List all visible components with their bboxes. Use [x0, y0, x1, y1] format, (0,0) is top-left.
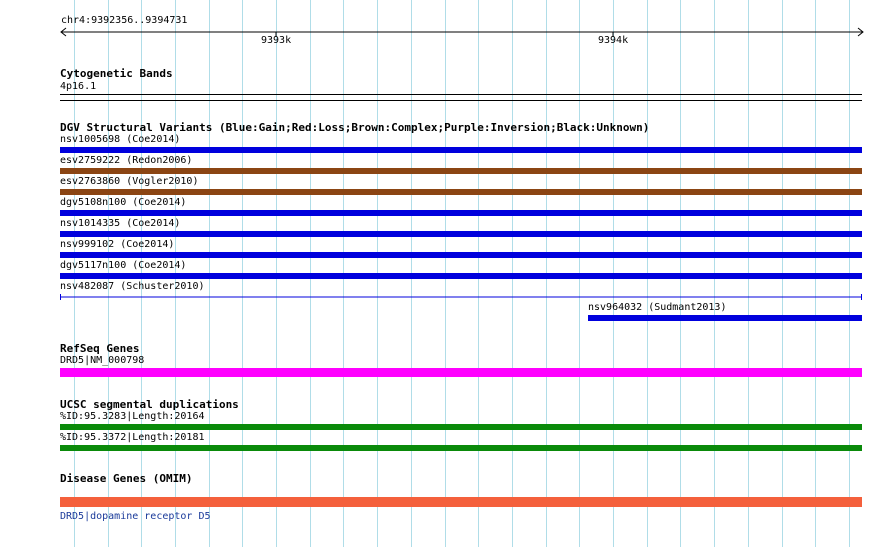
cytoband-bottom-line: [60, 100, 862, 101]
variant-bar[interactable]: [60, 210, 862, 216]
tick-label: 9393k: [261, 35, 292, 46]
variant-label[interactable]: esv2763860 (Vogler2010): [60, 176, 198, 188]
cytoband-label[interactable]: 4p16.1: [60, 81, 96, 93]
segdups-title: UCSC segmental duplications: [60, 398, 239, 411]
refseq-title: RefSeq Genes: [60, 342, 140, 355]
variant-label[interactable]: nsv1014335 (Coe2014): [60, 218, 180, 230]
omim-gene-bar[interactable]: [60, 497, 862, 507]
variant-label[interactable]: nsv1005698 (Coe2014): [60, 134, 180, 146]
variant-bar[interactable]: [60, 231, 862, 237]
variant-label[interactable]: dgv5108n100 (Coe2014): [60, 197, 186, 209]
refseq-gene-bar[interactable]: [60, 368, 862, 377]
variant-label[interactable]: nsv482087 (Schuster2010): [60, 281, 205, 293]
variant-label[interactable]: nsv999102 (Coe2014): [60, 239, 174, 251]
omim-title: Disease Genes (OMIM): [60, 472, 193, 485]
segdup-bar[interactable]: [60, 445, 862, 451]
variant-bar[interactable]: [60, 189, 862, 195]
refseq-gene-label[interactable]: DRD5|NM_000798: [60, 355, 144, 367]
variant-bar[interactable]: [60, 168, 862, 174]
cytobands-title: Cytogenetic Bands: [60, 67, 173, 80]
omim-gene-label[interactable]: DRD5|dopamine receptor D5: [60, 511, 211, 523]
dgv-title: DGV Structural Variants (Blue:Gain;Red:L…: [60, 121, 650, 134]
variant-label[interactable]: nsv964032 (Sudmant2013): [588, 302, 726, 314]
segdup-label[interactable]: %ID:95.3283|Length:20164: [60, 411, 205, 423]
variant-label[interactable]: esv2759222 (Redon2006): [60, 155, 192, 167]
variant-bar[interactable]: [588, 315, 862, 321]
tick-label: 9394k: [598, 35, 629, 46]
variant-bar[interactable]: [60, 273, 862, 279]
variant-label[interactable]: dgv5117n100 (Coe2014): [60, 260, 186, 272]
variant-thin-line[interactable]: [59, 293, 863, 301]
cytoband-top-line: [60, 94, 862, 95]
ruler-axis: [60, 27, 864, 37]
segdup-bar[interactable]: [60, 424, 862, 430]
variant-bar[interactable]: [60, 252, 862, 258]
segdup-label[interactable]: %ID:95.3372|Length:20181: [60, 432, 205, 444]
variant-bar[interactable]: [60, 147, 862, 153]
